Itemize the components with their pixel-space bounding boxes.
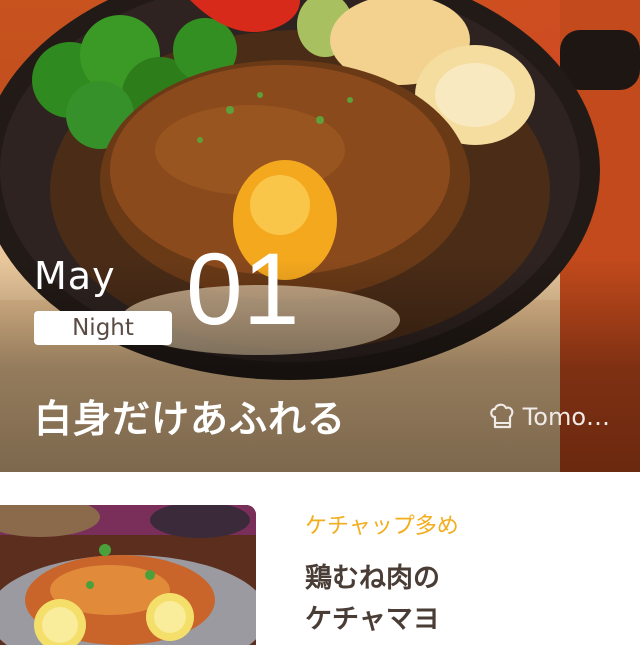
recipe-card-tag: ケチャップ多め — [305, 514, 459, 539]
time-of-day-badge: Night — [34, 311, 172, 345]
featured-author[interactable]: Tomo… — [489, 403, 610, 431]
chef-hat-icon — [489, 403, 514, 429]
featured-recipe-card[interactable]: May Night 01 白身だけあふれる Tomo… — [0, 0, 640, 472]
recipe-card-photo — [0, 505, 256, 645]
recipe-card-title-line2: ケチャマヨ — [305, 604, 440, 635]
featured-recipe-title[interactable]: 白身だけあふれる — [34, 388, 346, 443]
author-name: Tomo… — [522, 403, 610, 431]
recipe-card-thumbnail[interactable] — [0, 505, 256, 645]
recipe-card-title[interactable]: 鶏むね肉の ケチャマヨ — [305, 558, 625, 640]
recipe-card-title-line1: 鶏むね肉の — [305, 563, 440, 594]
featured-day: 01 — [186, 232, 300, 346]
featured-month: May — [34, 254, 116, 298]
